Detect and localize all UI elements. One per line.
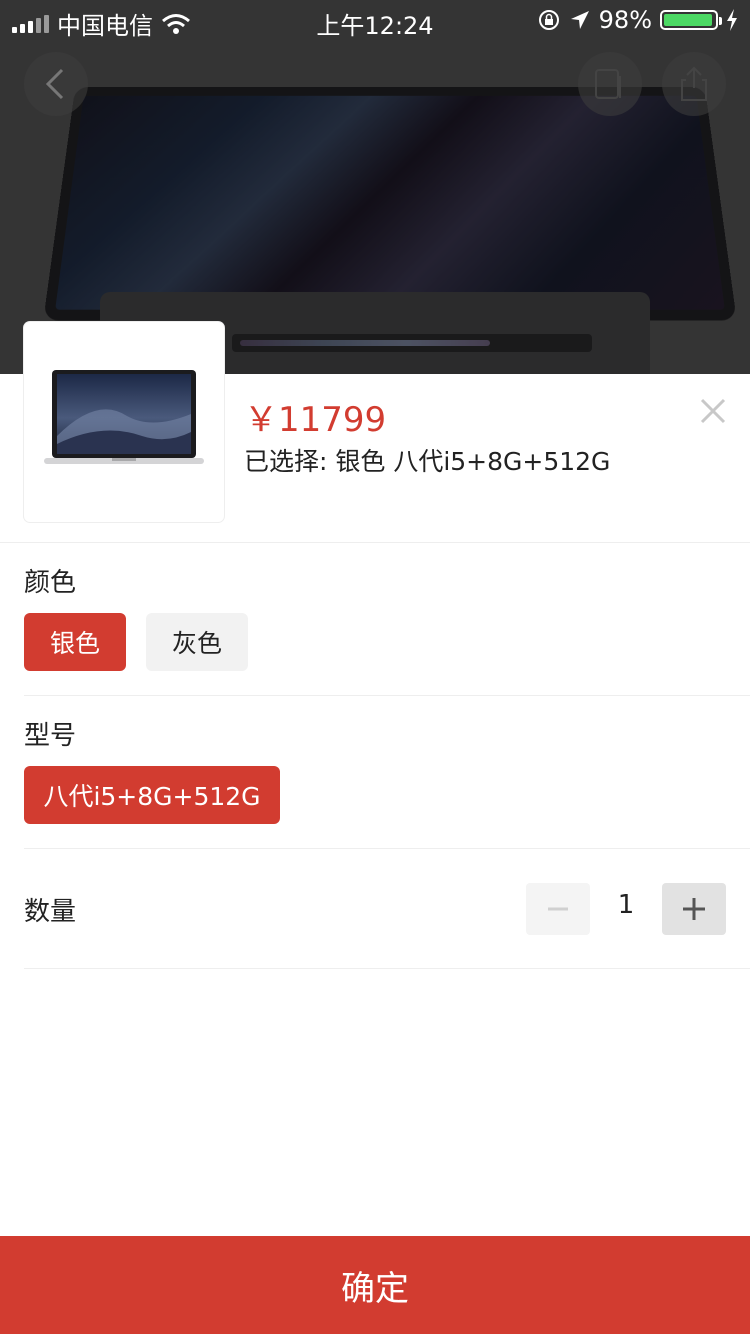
divider [24,848,750,849]
selected-variant-text: 已选择: 银色 八代i5+8G+512G [244,447,611,476]
share-button[interactable] [662,52,726,116]
product-price: ￥11799 [244,400,387,440]
quantity-increase-button[interactable] [662,883,726,935]
orientation-lock-icon [538,10,559,30]
color-option-silver[interactable]: 银色 [24,613,126,671]
color-option-gray[interactable]: 灰色 [146,613,248,671]
quantity-decrease-button[interactable] [526,883,590,935]
back-button[interactable] [24,52,88,116]
divider [24,968,750,969]
back-arrow-icon [45,68,64,100]
share-icon [681,66,707,101]
copy-icon [595,69,621,99]
divider [24,695,750,696]
location-arrow-icon [570,11,589,29]
plus-icon [683,898,705,920]
confirm-button[interactable]: 确定 [0,1236,750,1334]
model-option-i5-8g-512g[interactable]: 八代i5+8G+512G [24,766,280,824]
dim-overlay[interactable] [0,0,750,374]
battery-percent: 98% [598,6,652,34]
charging-bolt-icon [727,9,737,31]
divider [0,542,750,543]
battery-icon [660,10,722,30]
status-bar: 中国电信 上午12:24 98% [0,0,750,40]
status-right-group: 98% [537,6,738,34]
copy-button[interactable] [578,52,642,116]
quantity-value[interactable]: 1 [590,890,662,920]
product-thumbnail [24,322,224,522]
product-hero-background [0,0,750,374]
quantity-section-label: 数量 [24,897,77,927]
laptop-image [44,370,204,464]
color-section-label: 颜色 [24,568,77,598]
model-section-label: 型号 [24,721,77,751]
close-icon[interactable] [698,396,728,426]
minus-icon [548,907,568,911]
